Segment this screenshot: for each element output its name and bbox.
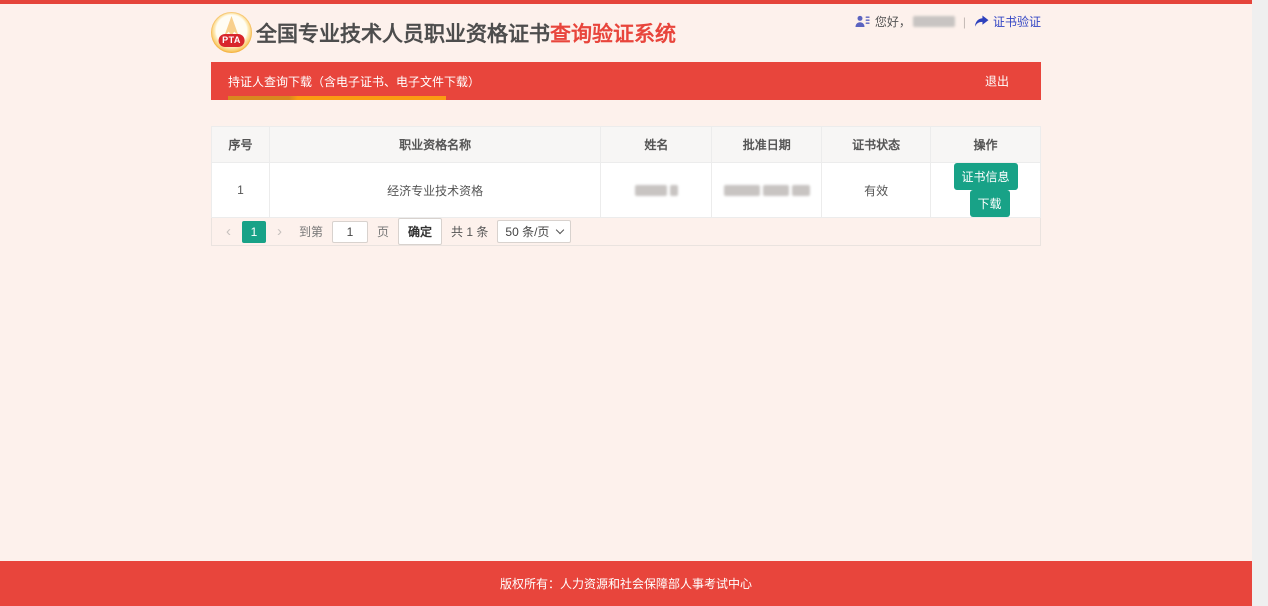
col-header-qualification: 职业资格名称 (269, 127, 600, 163)
goto-page-label: 到第 (299, 223, 323, 240)
pta-logo-icon: PTA (211, 12, 252, 53)
page-number-1[interactable]: 1 (242, 221, 266, 243)
page-title-main: 全国专业技术人员职业资格证书 (256, 23, 550, 46)
chevron-down-icon (556, 226, 564, 234)
logout-button[interactable]: 退出 (985, 73, 1009, 90)
page-title-accent: 查询验证系统 (550, 23, 676, 46)
page-size-select[interactable]: 50 条/页 (497, 220, 571, 243)
cell-actions: 证书信息 下载 (931, 163, 1041, 218)
nav-bar: 持证人查询下载（含电子证书、电子文件下载） 退出 (211, 62, 1041, 100)
tab-holder-query-download[interactable]: 持证人查询下载（含电子证书、电子文件下载） (228, 73, 480, 90)
download-button[interactable]: 下载 (970, 190, 1010, 217)
next-page-icon[interactable]: › (275, 224, 284, 239)
masked-approval-date (724, 185, 810, 196)
page: PTA 全国专业技术人员职业资格证书查询验证系统 您好， | (0, 0, 1252, 606)
certificate-info-button[interactable]: 证书信息 (954, 163, 1018, 190)
user-contact-icon (855, 15, 870, 28)
certificate-table: 序号 职业资格名称 姓名 批准日期 证书状态 操作 1 经济专业技术资格 (211, 126, 1041, 218)
col-header-approval-date: 批准日期 (712, 127, 822, 163)
confirm-page-button[interactable]: 确定 (398, 218, 442, 245)
col-header-index: 序号 (212, 127, 270, 163)
cell-qualification: 经济专业技术资格 (269, 163, 600, 218)
col-header-actions: 操作 (931, 127, 1041, 163)
share-arrow-icon (974, 15, 989, 28)
scrollbar-track[interactable] (1252, 0, 1268, 606)
verify-certificate-link[interactable]: 证书验证 (993, 13, 1041, 30)
greeting-text: 您好， (875, 13, 911, 30)
brand: PTA 全国专业技术人员职业资格证书查询验证系统 (211, 12, 676, 53)
logo-pta-label: PTA (218, 34, 245, 47)
cell-name (601, 163, 712, 218)
separator: | (963, 15, 966, 29)
goto-page-input[interactable] (332, 221, 368, 243)
masked-holder-name (635, 185, 678, 196)
page-size-value: 50 条/页 (505, 223, 549, 240)
cell-status: 有效 (822, 163, 931, 218)
pagination-bar: ‹ 1 › 到第 页 确定 共 1 条 50 条/页 (211, 218, 1041, 246)
prev-page-icon[interactable]: ‹ (224, 224, 233, 239)
header: PTA 全国专业技术人员职业资格证书查询验证系统 您好， | (211, 4, 1041, 62)
user-bar: 您好， | 证书验证 (855, 13, 1041, 30)
active-tab-underline (228, 96, 446, 100)
total-count-label: 共 1 条 (451, 223, 488, 240)
page-unit-label: 页 (377, 223, 389, 240)
page-title: 全国专业技术人员职业资格证书查询验证系统 (256, 18, 676, 48)
col-header-status: 证书状态 (822, 127, 931, 163)
cell-approval-date (712, 163, 822, 218)
col-header-name: 姓名 (601, 127, 712, 163)
copyright-text: 版权所有：人力资源和社会保障部人事考试中心 (500, 575, 752, 592)
footer: 版权所有：人力资源和社会保障部人事考试中心 (0, 561, 1252, 606)
masked-user-name (913, 16, 955, 27)
table-header-row: 序号 职业资格名称 姓名 批准日期 证书状态 操作 (212, 127, 1041, 163)
cell-index: 1 (212, 163, 270, 218)
table-row: 1 经济专业技术资格 有效 证书信息 (212, 163, 1041, 218)
logo-flame-shape (223, 16, 241, 36)
